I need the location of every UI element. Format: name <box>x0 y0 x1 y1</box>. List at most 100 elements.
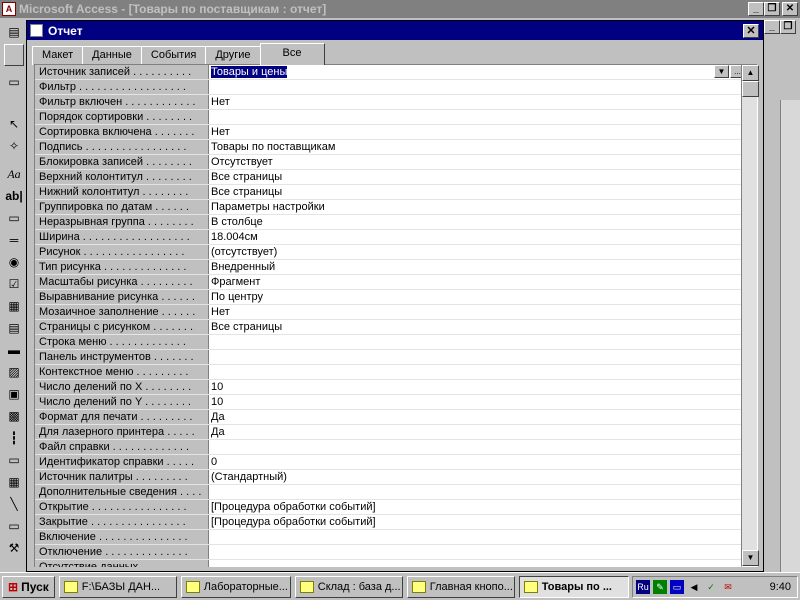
property-value[interactable] <box>209 335 746 349</box>
property-row[interactable]: Для лазерного принтера . . . . . Да <box>35 425 746 440</box>
label-tool-icon[interactable]: Aa <box>4 164 24 184</box>
property-value[interactable]: Товары и цены ▼... <box>209 65 746 79</box>
wizard-icon[interactable]: ✧ <box>4 136 24 156</box>
property-value[interactable]: [Процедура обработки событий] <box>209 515 746 529</box>
property-row[interactable]: Сортировка включена . . . . . . . Нет <box>35 125 746 140</box>
property-value[interactable]: В столбце <box>209 215 746 229</box>
property-value[interactable] <box>209 350 746 364</box>
property-value[interactable]: Товары по поставщикам <box>209 140 746 154</box>
property-row[interactable]: Порядок сортировки . . . . . . . . <box>35 110 746 125</box>
property-row[interactable]: Дополнительные сведения . . . . <box>35 485 746 500</box>
property-row[interactable]: Отключение . . . . . . . . . . . . . . <box>35 545 746 560</box>
tab-layout[interactable]: Макет <box>32 46 84 65</box>
toolbar-icon[interactable]: ▤ <box>4 22 24 42</box>
property-row[interactable]: Источник палитры . . . . . . . . . (Станд… <box>35 470 746 485</box>
property-row[interactable]: Источник записей . . . . . . . . . . Това… <box>35 65 746 80</box>
taskbar-task[interactable]: Товары по ... <box>518 575 629 598</box>
inner-restore-button[interactable]: ❐ <box>780 20 796 34</box>
rectangle-tool-icon[interactable]: ▭ <box>4 516 24 536</box>
checkbox-tool-icon[interactable]: ☑ <box>4 274 24 294</box>
property-value[interactable]: Нет <box>209 125 746 139</box>
tray-app-icon[interactable]: ✎ <box>653 580 667 594</box>
volume-icon[interactable]: ◀ <box>687 580 701 594</box>
network-icon[interactable]: ✉ <box>721 580 735 594</box>
property-value[interactable]: Все страницы <box>209 185 746 199</box>
restore-button[interactable]: ❐ <box>764 2 780 16</box>
page-break-icon[interactable]: ┇ <box>4 428 24 448</box>
property-value[interactable]: Фрагмент <box>209 275 746 289</box>
select-objects-icon[interactable]: ↖ <box>4 114 24 134</box>
property-value[interactable] <box>209 545 746 559</box>
property-row[interactable]: Верхний колонтитул . . . . . . . . Все ст… <box>35 170 746 185</box>
command-button-icon[interactable]: ▬ <box>4 340 24 360</box>
property-value[interactable]: По центру <box>209 290 746 304</box>
property-row[interactable]: Неразрывная группа . . . . . . . .В стол… <box>35 215 746 230</box>
property-value[interactable] <box>209 530 746 544</box>
property-value[interactable]: Все страницы <box>209 170 746 184</box>
property-row[interactable]: Закрытие . . . . . . . . . . . . . . . .… <box>35 515 746 530</box>
property-row[interactable]: Включение . . . . . . . . . . . . . . . <box>35 530 746 545</box>
property-row[interactable]: Фильтр . . . . . . . . . . . . . . . . .… <box>35 80 746 95</box>
property-row[interactable]: Число делений по Y . . . . . . . . 10 <box>35 395 746 410</box>
property-value[interactable]: Внедренный <box>209 260 746 274</box>
property-row[interactable]: Подпись . . . . . . . . . . . . . . . . … <box>35 140 746 155</box>
property-value[interactable]: 0 <box>209 455 746 469</box>
property-row[interactable]: Открытие . . . . . . . . . . . . . . . .… <box>35 500 746 515</box>
taskbar-task[interactable]: Лабораторные... <box>180 575 291 598</box>
property-row[interactable]: Масштабы рисунка . . . . . . . . . Фрагме… <box>35 275 746 290</box>
unbound-frame-icon[interactable]: ▣ <box>4 384 24 404</box>
toggle-button-icon[interactable]: ═ <box>4 230 24 250</box>
tab-events[interactable]: События <box>140 46 207 65</box>
property-row[interactable]: Рисунок . . . . . . . . . . . . . . . . … <box>35 245 746 260</box>
property-value[interactable]: Да <box>209 410 746 424</box>
scroll-down-arrow-icon[interactable]: ▼ <box>742 550 759 566</box>
property-row[interactable]: Формат для печати . . . . . . . . . Да <box>35 410 746 425</box>
property-value[interactable] <box>209 440 746 454</box>
image-tool-icon[interactable]: ▨ <box>4 362 24 382</box>
property-value[interactable] <box>209 365 746 379</box>
close-app-button[interactable]: ✕ <box>782 2 798 16</box>
property-row[interactable]: Нижний колонтитул . . . . . . . . Все стр… <box>35 185 746 200</box>
property-grid-scrollbar[interactable]: ▲ ▼ <box>741 64 759 567</box>
scroll-thumb[interactable] <box>742 81 759 97</box>
property-value[interactable]: Нет <box>209 95 746 109</box>
close-properties-button[interactable]: ✕ <box>743 24 759 38</box>
toolbar-tab-fragment[interactable] <box>4 44 24 66</box>
textbox-tool-icon[interactable]: ab| <box>4 186 24 206</box>
property-value[interactable] <box>209 80 746 94</box>
inner-minimize-button[interactable]: _ <box>764 20 780 34</box>
monitor-icon[interactable]: ▭ <box>670 580 684 594</box>
property-row[interactable]: Файл справки . . . . . . . . . . . . . <box>35 440 746 455</box>
property-value[interactable]: (отсутствует) <box>209 245 746 259</box>
property-row[interactable]: Мозаичное заполнение . . . . . . Нет <box>35 305 746 320</box>
property-row[interactable]: Ширина . . . . . . . . . . . . . . . . .… <box>35 230 746 245</box>
antivirus-icon[interactable]: ✓ <box>704 580 718 594</box>
taskbar-task[interactable]: Склад : база д... <box>294 575 403 598</box>
line-tool-icon[interactable]: ╲ <box>4 494 24 514</box>
scroll-up-arrow-icon[interactable]: ▲ <box>742 65 759 81</box>
background-scrollbar[interactable] <box>780 100 800 575</box>
property-row[interactable]: Отсутствие данных . . . . . . . . <box>35 560 746 567</box>
property-value[interactable]: Да <box>209 425 746 439</box>
tab-other[interactable]: Другие <box>205 46 261 65</box>
tab-data[interactable]: Данные <box>82 46 142 65</box>
taskbar-task[interactable]: F:\БАЗЫ ДАН... <box>58 575 177 598</box>
property-value[interactable]: Параметры настройки <box>209 200 746 214</box>
property-value[interactable]: 10 <box>209 395 746 409</box>
minimize-button[interactable]: _ <box>748 2 764 16</box>
property-row[interactable]: Идентификатор справки . . . . .0 <box>35 455 746 470</box>
property-row[interactable]: Выравнивание рисунка . . . . . . По центр… <box>35 290 746 305</box>
combo-box-icon[interactable]: ▦ <box>4 296 24 316</box>
subform-icon[interactable]: ▦ <box>4 472 24 492</box>
access-app-icon[interactable]: A <box>2 2 16 16</box>
tab-control-icon[interactable]: ▭ <box>4 450 24 470</box>
property-value[interactable]: 18.004см <box>209 230 746 244</box>
property-row[interactable]: Фильтр включен . . . . . . . . . . . . Не… <box>35 95 746 110</box>
more-controls-icon[interactable]: ⚒ <box>4 538 24 558</box>
property-row[interactable]: Панель инструментов . . . . . . . <box>35 350 746 365</box>
option-button-icon[interactable]: ◉ <box>4 252 24 272</box>
property-value[interactable]: Все страницы <box>209 320 746 334</box>
language-indicator[interactable]: Ru <box>636 580 650 594</box>
tab-all[interactable]: Все <box>259 43 325 65</box>
property-row[interactable]: Число делений по X . . . . . . . . 10 <box>35 380 746 395</box>
